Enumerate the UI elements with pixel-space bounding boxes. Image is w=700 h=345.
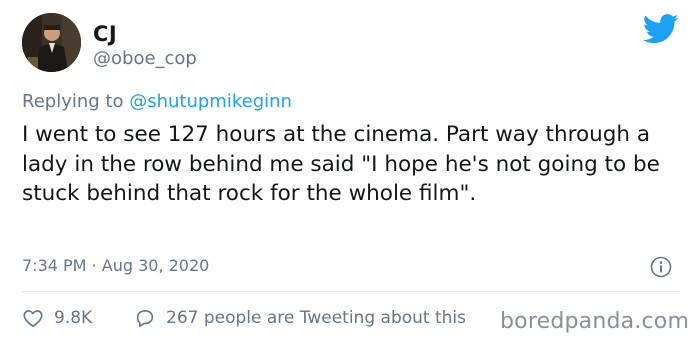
meta-separator: · [91,256,97,275]
twitter-bird-icon[interactable] [643,14,679,44]
like-count: 9.8K [54,308,93,328]
reply-mention-link[interactable]: @shutupmikeginn [129,91,292,112]
boredpanda-watermark: boredpanda.com [500,309,690,334]
info-icon[interactable] [650,256,672,278]
display-name[interactable]: CJ [93,22,117,46]
replying-to: Replying to @shutupmikeginn [22,91,292,112]
avatar[interactable] [22,13,81,72]
avatar-image [22,13,81,72]
divider [22,291,680,292]
tweet-timestamp[interactable]: 7:34 PM · Aug 30, 2020 [22,256,209,275]
tweet-text: I went to see 127 hours at the cinema. P… [22,122,660,206]
tweet-time: 7:34 PM [22,256,87,275]
tweet-card: CJ @oboe_cop Replying to @shutupmikeginn… [0,0,700,345]
tweeting-about-text: 267 people are Tweeting about this [166,308,466,328]
replying-to-label: Replying to [22,91,124,112]
heart-icon [23,310,43,328]
comment-bubble-icon [136,310,154,328]
tweeting-about-link[interactable]: 267 people are Tweeting about this [134,307,466,329]
like-button[interactable]: 9.8K [22,307,92,329]
tweet-date: Aug 30, 2020 [101,256,210,275]
user-handle[interactable]: @oboe_cop [93,48,197,69]
